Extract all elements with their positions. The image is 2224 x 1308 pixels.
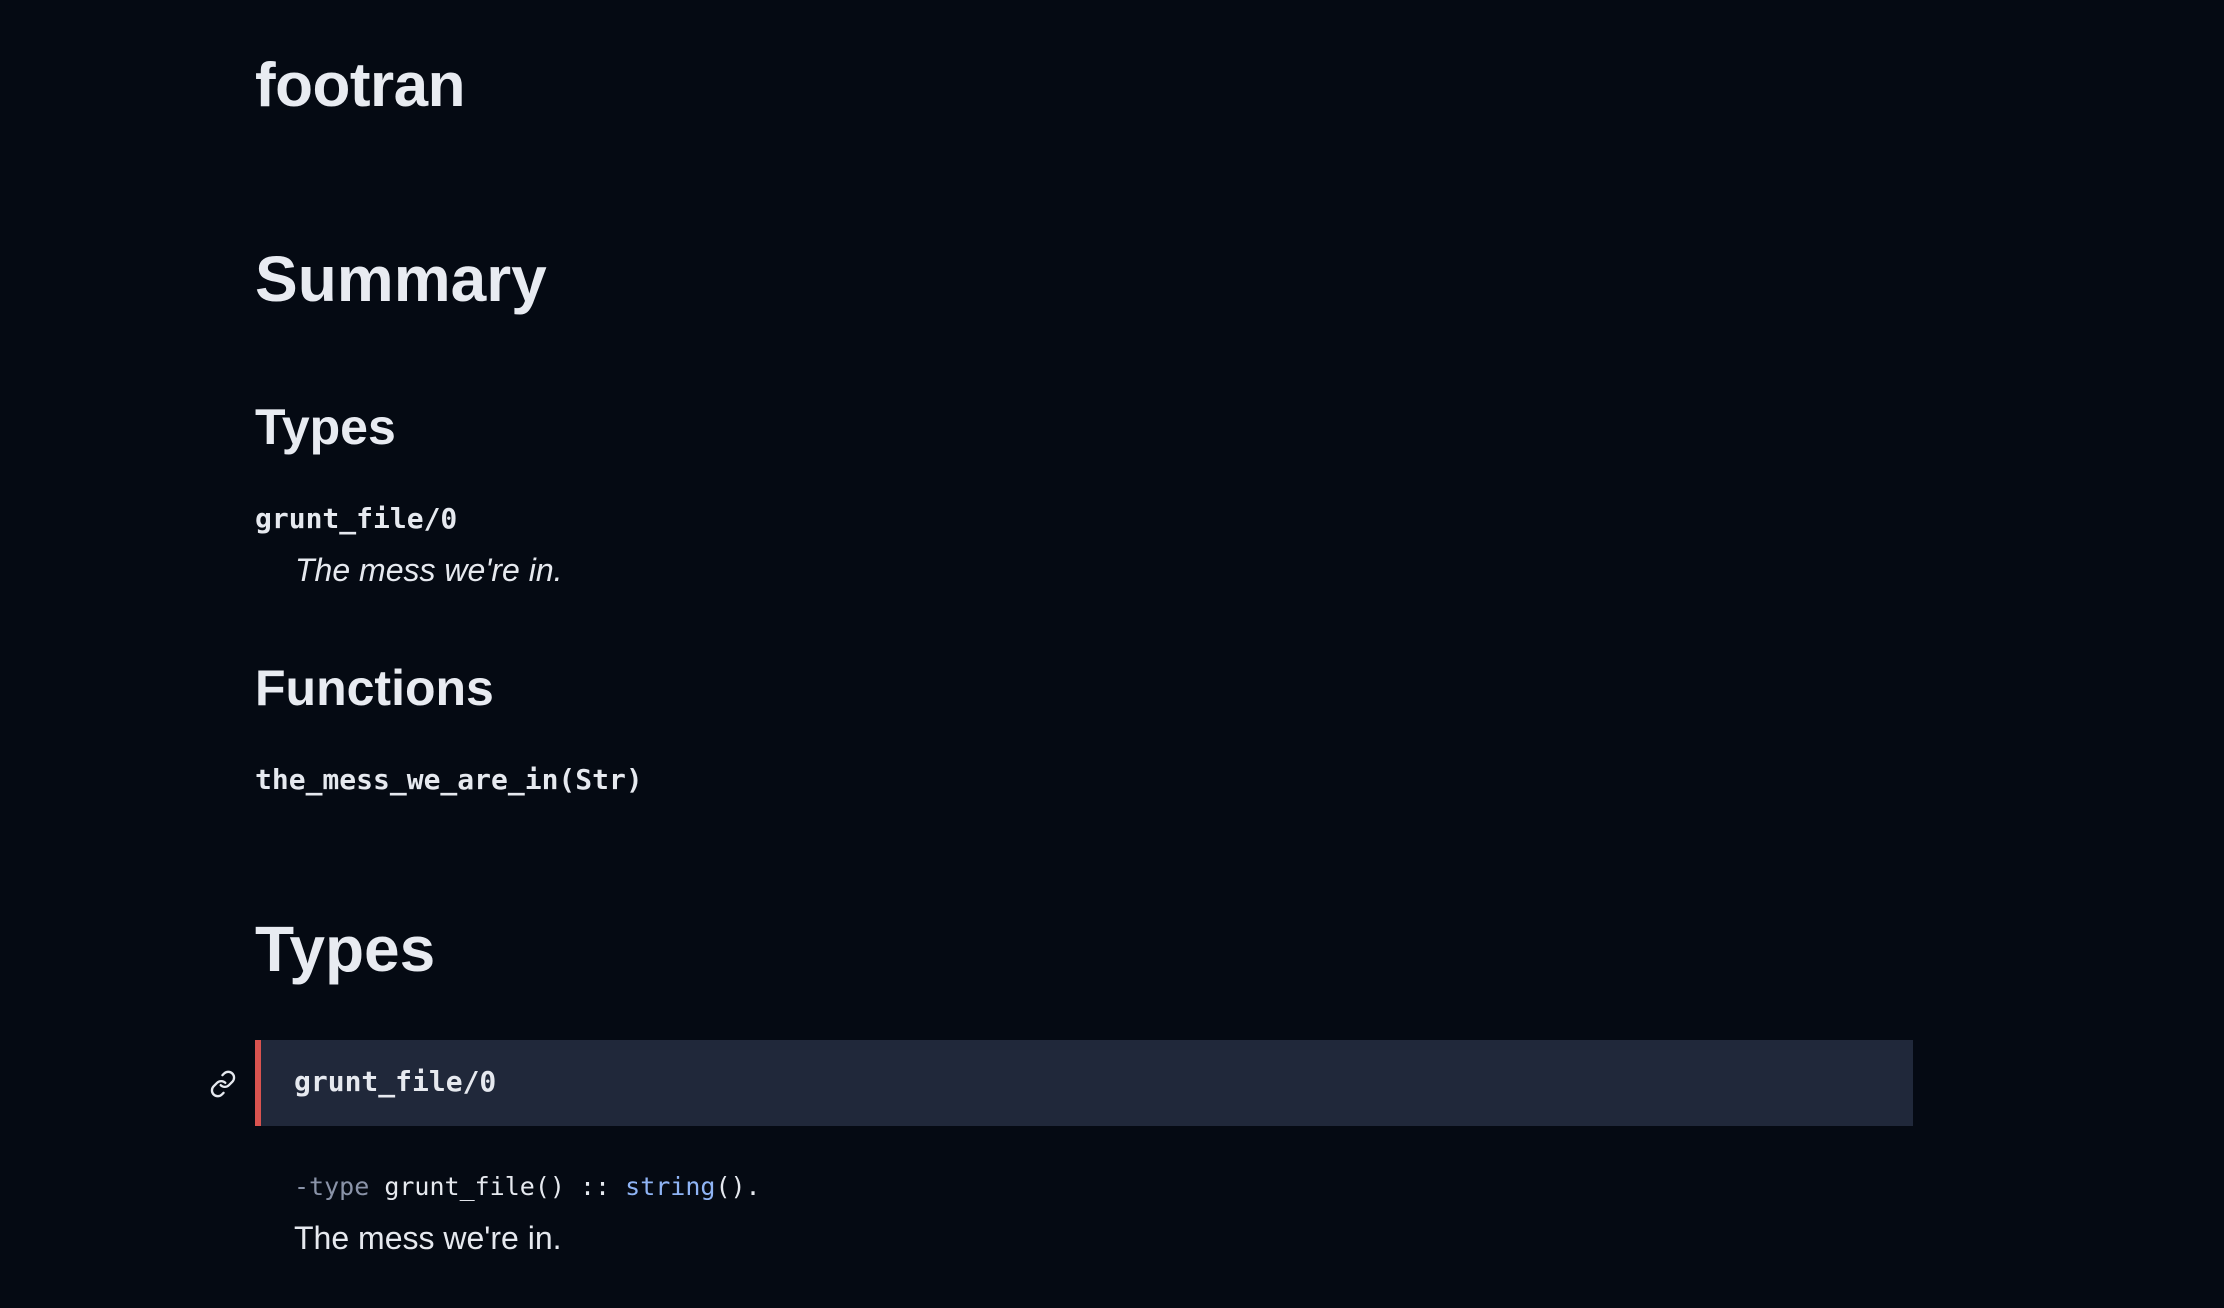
summary-functions-heading: Functions <box>255 660 494 716</box>
summary-heading: Summary <box>255 243 547 315</box>
summary-type-description: The mess we're in. <box>295 552 563 588</box>
types-section-heading: Types <box>255 913 436 985</box>
type-spec: -type grunt_file() :: string(). <box>294 1172 761 1201</box>
summary-types-heading: Types <box>255 399 396 455</box>
spec-tail: (). <box>715 1172 761 1201</box>
type-detail-description: The mess we're in. <box>294 1220 562 1256</box>
spec-keyword: -type <box>294 1172 370 1201</box>
type-detail-title: grunt_file/0 <box>294 1065 497 1098</box>
spec-type-link[interactable]: string <box>625 1172 715 1201</box>
link-icon[interactable] <box>209 1070 237 1098</box>
module-title: footran <box>255 51 466 120</box>
summary-type-link-grunt-file[interactable]: grunt_file/0 <box>255 502 457 535</box>
spec-name: grunt_file() :: <box>369 1172 626 1201</box>
summary-function-link-the-mess-we-are-in[interactable]: the_mess_we_are_in(Str) <box>255 763 643 796</box>
type-detail-header: grunt_file/0 <box>210 1040 1913 1126</box>
